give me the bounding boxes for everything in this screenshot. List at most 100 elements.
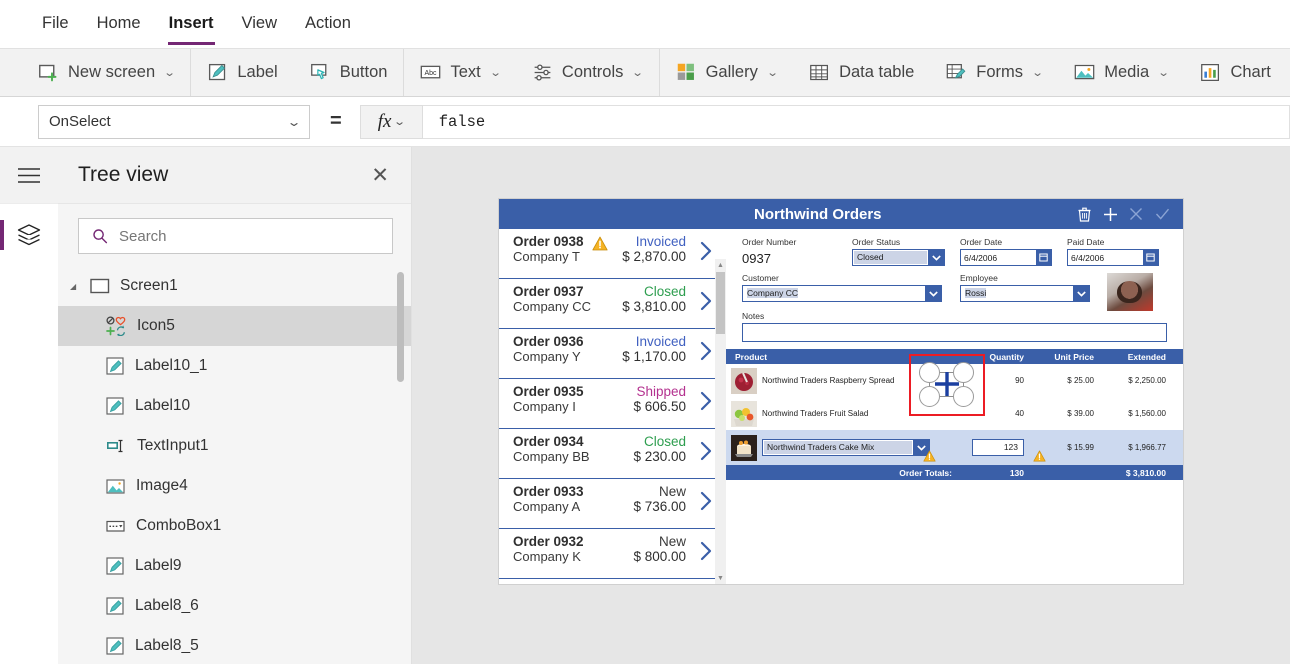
tree-node-image4[interactable]: Image4: [58, 466, 411, 506]
app-canvas[interactable]: Order 0938 Invoiced Company T $ 2,870.00: [412, 147, 1290, 664]
chevron-down-icon: ⌄: [1031, 66, 1043, 79]
product-image-cake-mix: [731, 435, 757, 461]
order-status-value: Closed: [854, 251, 927, 264]
employee-label: Employee: [960, 273, 1100, 283]
gallery-item[interactable]: Order 0932 New Company K $ 800.00: [499, 529, 726, 579]
tree-view-scrollbar[interactable]: [397, 272, 404, 382]
product-image-fruit-salad: [731, 401, 757, 427]
chevron-right-icon[interactable]: [700, 491, 712, 511]
gallery-item[interactable]: Order 0937 Closed Company CC $ 3,810.00: [499, 279, 726, 329]
ribbon-controls-button[interactable]: Controls ⌄: [516, 48, 659, 97]
property-select[interactable]: OnSelect ⌄: [38, 105, 310, 139]
menu-item-action[interactable]: Action: [291, 0, 365, 48]
ribbon-gallery-button[interactable]: Gallery ⌄: [660, 48, 793, 97]
cancel-icon[interactable]: [1123, 203, 1149, 225]
tree-node-label: Label9: [135, 557, 182, 575]
label-icon: [106, 357, 125, 376]
scroll-up-icon[interactable]: ▲: [715, 259, 726, 271]
formula-input[interactable]: false: [423, 105, 1290, 139]
tree-node-label: Label10_1: [135, 357, 207, 375]
ribbon-new-screen-button[interactable]: New screen ⌄: [22, 48, 190, 97]
totals-quantity: 130: [958, 468, 1030, 478]
ribbon-button-button[interactable]: Button: [294, 48, 404, 97]
expand-caret-icon[interactable]: ◢: [70, 282, 80, 291]
order-number: Order 0934: [513, 434, 584, 449]
plus-icon[interactable]: [1097, 203, 1123, 225]
menu-item-home[interactable]: Home: [83, 0, 155, 48]
tree-node-label: Screen1: [120, 277, 178, 295]
tree-view-title: Tree view: [78, 163, 371, 187]
icon-set-icon: [106, 316, 127, 336]
rail-item-tree-view[interactable]: [0, 204, 58, 266]
ribbon-media-button[interactable]: Media ⌄: [1058, 48, 1184, 97]
notes-input[interactable]: [742, 323, 1167, 342]
warning-icon: [923, 450, 936, 462]
ribbon-chart-button[interactable]: Chart: [1184, 48, 1286, 97]
selection-overlay[interactable]: [909, 354, 985, 416]
ribbon-label-button[interactable]: Label: [191, 48, 293, 97]
check-icon[interactable]: [1149, 203, 1175, 225]
tree-node-label8-6[interactable]: Label8_6: [58, 586, 411, 626]
gallery-item[interactable]: Order 0933 New Company A $ 736.00: [499, 479, 726, 529]
tree-node-label8-5[interactable]: Label8_5: [58, 626, 411, 664]
tree-node-label: Label8_5: [135, 637, 199, 655]
product-edit-row[interactable]: Northwind Traders Cake Mix 123 $ 15.99 $…: [726, 430, 1183, 465]
chevron-right-icon[interactable]: [700, 291, 712, 311]
customer-dropdown[interactable]: Company CC: [742, 285, 942, 302]
scroll-down-icon[interactable]: ▼: [715, 572, 726, 584]
close-icon[interactable]: ✕: [371, 165, 389, 186]
menu-item-file[interactable]: File: [28, 0, 83, 48]
app-preview: Order 0938 Invoiced Company T $ 2,870.00: [499, 199, 1183, 584]
chevron-down-icon: [925, 286, 941, 301]
tree-node-label10-1[interactable]: Label10_1: [58, 346, 411, 386]
fx-label: fx: [378, 111, 392, 133]
chevron-down-icon: ⌄: [286, 115, 301, 129]
textinput-icon: [106, 438, 127, 454]
gallery-scroll-thumb[interactable]: [716, 272, 725, 334]
menu-item-insert[interactable]: Insert: [155, 0, 228, 48]
chevron-right-icon[interactable]: [700, 391, 712, 411]
chevron-right-icon[interactable]: [700, 241, 712, 261]
warning-icon: [1033, 450, 1046, 462]
employee-dropdown[interactable]: Rossi: [960, 285, 1090, 302]
tree-node-label: TextInput1: [137, 437, 209, 455]
tree-node-textinput1[interactable]: TextInput1: [58, 426, 411, 466]
product-dropdown-value: Northwind Traders Cake Mix: [764, 441, 912, 454]
ribbon-text-button[interactable]: Abc Text ⌄: [404, 48, 515, 97]
chevron-right-icon[interactable]: [700, 341, 712, 361]
chevron-down-icon: [1073, 286, 1089, 301]
order-number: Order 0937: [513, 284, 584, 299]
tree-node-label9[interactable]: Label9: [58, 546, 411, 586]
warning-icon: [592, 236, 608, 251]
order-company: Company BB: [513, 449, 590, 464]
move-cursor-icon: [933, 370, 961, 398]
field-customer: Customer Company CC: [742, 273, 960, 304]
hamburger-menu-button[interactable]: [0, 147, 58, 204]
gallery-scrollbar[interactable]: ▲ ▼: [715, 259, 726, 584]
chevron-right-icon[interactable]: [700, 441, 712, 461]
chevron-right-icon[interactable]: [700, 541, 712, 561]
fx-button[interactable]: fx ⌄: [360, 105, 423, 139]
order-date-picker[interactable]: 6/4/2006: [960, 249, 1052, 266]
ribbon-button-label: Button: [340, 63, 388, 82]
form-body: Order Number 0937 Order Status Closed: [726, 229, 1183, 342]
product-dropdown[interactable]: Northwind Traders Cake Mix: [762, 439, 930, 456]
quantity-input[interactable]: 123: [972, 439, 1024, 456]
ribbon-data-table-button[interactable]: Data table: [793, 48, 930, 97]
search-input[interactable]: Search: [78, 218, 393, 254]
ribbon-forms-button[interactable]: Forms ⌄: [930, 48, 1058, 97]
cancel-glyph: [1129, 207, 1143, 221]
gallery-item[interactable]: Order 0938 Invoiced Company T $ 2,870.00: [499, 229, 726, 279]
order-status-dropdown[interactable]: Closed: [852, 249, 945, 266]
gallery-item[interactable]: Order 0935 Shipped Company I $ 606.50: [499, 379, 726, 429]
trash-icon[interactable]: [1071, 203, 1097, 225]
gallery-item[interactable]: Order 0934 Closed Company BB $ 230.00: [499, 429, 726, 479]
gallery-item[interactable]: Order 0936 Invoiced Company Y $ 1,170.00: [499, 329, 726, 379]
tree-node-icon5[interactable]: Icon5: [58, 306, 411, 346]
menu-item-view[interactable]: View: [228, 0, 291, 48]
tree-node-screen1[interactable]: ◢ Screen1: [58, 266, 411, 306]
tree-node-combobox1[interactable]: ComboBox1: [58, 506, 411, 546]
order-number: Order 0936: [513, 334, 584, 349]
tree-node-label10[interactable]: Label10: [58, 386, 411, 426]
paid-date-picker[interactable]: 6/4/2006: [1067, 249, 1159, 266]
